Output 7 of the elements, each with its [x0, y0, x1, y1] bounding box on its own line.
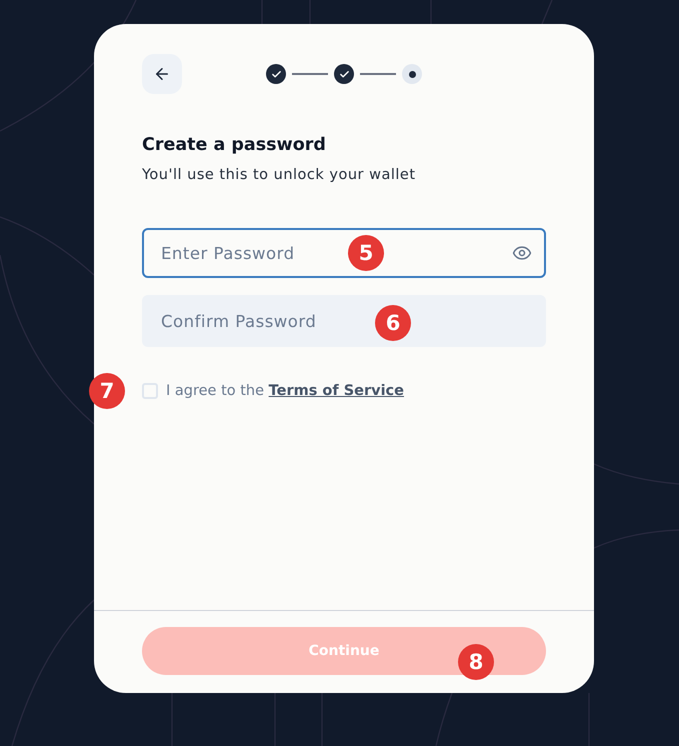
back-button[interactable]: [142, 54, 182, 94]
agree-checkbox[interactable]: [142, 383, 158, 399]
callout-number: 7: [89, 373, 125, 409]
agreement-text: I agree to the Terms of Service: [166, 383, 404, 399]
heading: Create a password: [142, 134, 326, 156]
subtitle: You'll use this to unlock your wallet: [142, 166, 416, 184]
terms-of-service-link[interactable]: Terms of Service: [268, 383, 404, 399]
